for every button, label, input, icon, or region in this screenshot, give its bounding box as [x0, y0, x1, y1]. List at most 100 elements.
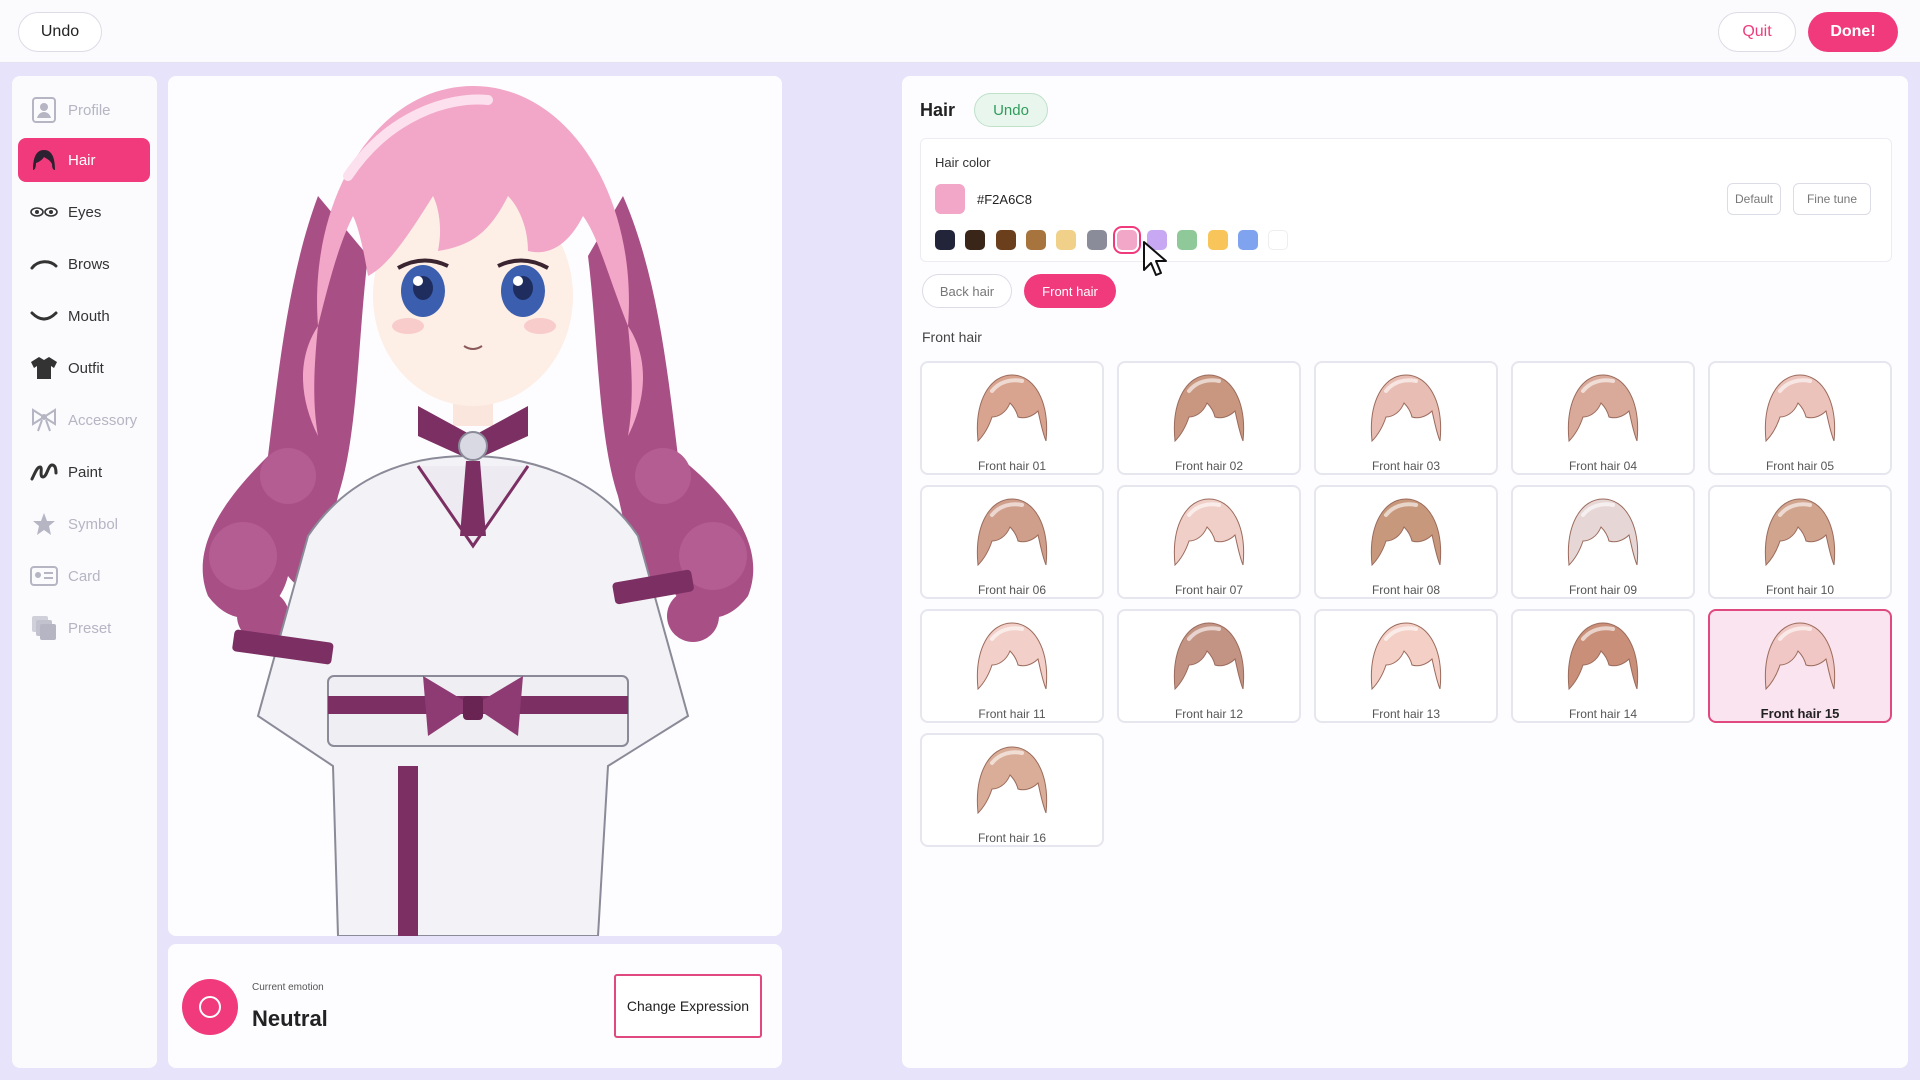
hair-option-label: Front hair 03	[1371, 459, 1441, 473]
color-swatch[interactable]	[1268, 230, 1289, 250]
undo-button[interactable]: Undo	[18, 12, 102, 52]
front-hair-grid: Front hair 01 Front hair 02 Front hair 03 F…	[920, 361, 1894, 847]
hair-thumbnail	[1764, 622, 1836, 691]
hair-option-label: Front hair 15	[1760, 706, 1840, 721]
sidebar-item-card[interactable]: Card	[18, 554, 150, 598]
hair-thumbnail	[976, 746, 1048, 815]
hair-color-preview[interactable]	[935, 184, 965, 214]
default-color-button[interactable]: Default	[1727, 183, 1781, 215]
hair-thumbnail	[1567, 622, 1639, 691]
color-swatch[interactable]	[965, 230, 986, 250]
color-swatch[interactable]	[995, 230, 1016, 250]
section-label: Front hair	[922, 329, 982, 345]
color-swatch[interactable]	[1056, 230, 1077, 250]
hair-option-card[interactable]: Front hair 12	[1117, 609, 1301, 723]
hair-option-label: Front hair 09	[1568, 583, 1638, 597]
color-swatch[interactable]	[1207, 230, 1228, 250]
category-sidebar: Profile Hair Eyes Brows Mouth Outfit Acc…	[12, 76, 157, 1068]
hair-undo-button[interactable]: Undo	[974, 93, 1048, 127]
hair-option-card[interactable]: Front hair 03	[1314, 361, 1498, 475]
hair-panel: Hair Undo Hair color #F2A6C8 Default Fin…	[902, 76, 1908, 1068]
hair-option-label: Front hair 11	[978, 707, 1046, 721]
panel-title: Hair	[920, 100, 956, 120]
hair-option-card[interactable]: Front hair 04	[1511, 361, 1695, 475]
sidebar-item-preset[interactable]: Preset	[18, 606, 150, 650]
sidebar-item-profile[interactable]: Profile	[18, 88, 150, 132]
hair-option-card[interactable]: Front hair 15	[1708, 609, 1892, 723]
sidebar-item-brows[interactable]: Brows	[18, 242, 150, 286]
hair-thumbnail	[1173, 498, 1245, 567]
character-preview	[168, 76, 782, 936]
sidebar-item-label: Symbol	[68, 515, 119, 533]
hair-option-card[interactable]: Front hair 10	[1708, 485, 1892, 599]
hair-option-label: Front hair 05	[1765, 459, 1835, 473]
sidebar-item-accessory[interactable]: Accessory	[18, 398, 150, 442]
sidebar-item-label: Card	[68, 567, 101, 585]
sidebar-item-mouth[interactable]: Mouth	[18, 294, 150, 338]
outfit-icon	[30, 354, 58, 382]
tab-front-hair[interactable]: Front hair	[1024, 274, 1116, 308]
hair-thumbnail	[1567, 374, 1639, 443]
hair-color-section: Hair color #F2A6C8 Default Fine tune	[920, 138, 1892, 276]
profile-icon	[30, 96, 58, 124]
card-icon	[30, 562, 58, 590]
sidebar-item-label: Accessory	[68, 411, 138, 429]
change-expression-button[interactable]: Change Expression	[614, 974, 762, 1038]
sidebar-item-hair[interactable]: Hair	[18, 138, 150, 182]
sidebar-item-label: Outfit	[68, 359, 104, 377]
hair-option-label: Front hair 04	[1568, 459, 1638, 473]
sidebar-item-label: Paint	[68, 463, 103, 481]
fine-tune-button[interactable]: Fine tune	[1793, 183, 1871, 215]
hair-option-card[interactable]: Front hair 08	[1314, 485, 1498, 599]
mouth-icon	[30, 302, 58, 330]
sidebar-item-label: Preset	[68, 619, 112, 637]
sidebar-item-label: Eyes	[68, 203, 102, 221]
color-swatch[interactable]	[1025, 230, 1046, 250]
current-emotion-label: Current emotion	[252, 982, 324, 993]
hair-option-label: Front hair 16	[977, 831, 1047, 845]
tab-back-hair[interactable]: Back hair	[922, 274, 1012, 308]
hair-thumbnail	[976, 498, 1048, 567]
sidebar-item-label: Profile	[68, 101, 111, 119]
color-swatch[interactable]	[1177, 230, 1198, 250]
sidebar-item-paint[interactable]: Paint	[18, 450, 150, 494]
color-swatch[interactable]	[1086, 230, 1107, 250]
hair-option-card[interactable]: Front hair 09	[1511, 485, 1695, 599]
hair-option-card[interactable]: Front hair 05	[1708, 361, 1892, 475]
hair-option-card[interactable]: Front hair 14	[1511, 609, 1695, 723]
sidebar-item-label: Brows	[68, 255, 110, 273]
hair-thumbnail	[1764, 498, 1836, 567]
color-swatch[interactable]	[1112, 226, 1141, 254]
hair-icon	[30, 146, 58, 174]
hair-thumbnail	[1370, 622, 1442, 691]
hair-option-card[interactable]: Front hair 02	[1117, 361, 1301, 475]
hair-option-card[interactable]: Front hair 01	[920, 361, 1104, 475]
hair-option-card[interactable]: Front hair 11	[920, 609, 1104, 723]
hair-thumbnail	[976, 622, 1048, 691]
hair-thumbnail	[1370, 498, 1442, 567]
sidebar-item-eyes[interactable]: Eyes	[18, 190, 150, 234]
preset-icon	[30, 614, 58, 642]
hair-option-card[interactable]: Front hair 16	[920, 733, 1104, 847]
quit-button[interactable]: Quit	[1718, 12, 1796, 52]
mouse-cursor-icon	[1143, 241, 1167, 276]
hair-option-card[interactable]: Front hair 13	[1314, 609, 1498, 723]
sidebar-item-outfit[interactable]: Outfit	[18, 346, 150, 390]
sidebar-item-label: Hair	[68, 151, 96, 169]
hair-option-card[interactable]: Front hair 06	[920, 485, 1104, 599]
done-button[interactable]: Done!	[1808, 12, 1898, 52]
hair-option-label: Front hair 12	[1174, 707, 1244, 721]
accessory-icon	[30, 406, 58, 434]
hair-thumbnail	[1173, 622, 1245, 691]
hair-option-card[interactable]: Front hair 07	[1117, 485, 1301, 599]
color-swatch[interactable]	[1238, 230, 1258, 250]
hair-thumbnail	[1764, 374, 1836, 443]
hair-option-label: Front hair 14	[1568, 707, 1638, 721]
current-emotion-value: Neutral	[252, 1006, 328, 1031]
sidebar-item-symbol[interactable]: Symbol	[18, 502, 150, 546]
hair-thumbnail	[1567, 498, 1639, 567]
hair-thumbnail	[1370, 374, 1442, 443]
hair-option-label: Front hair 10	[1765, 583, 1835, 597]
eyes-icon	[30, 198, 58, 226]
color-swatch[interactable]	[935, 230, 955, 250]
